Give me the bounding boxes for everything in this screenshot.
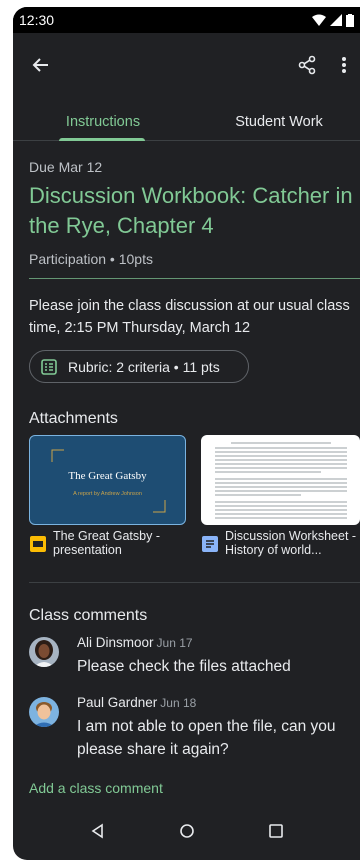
share-icon bbox=[298, 55, 316, 75]
comment-text: Please check the files attached bbox=[77, 658, 291, 675]
attachment-worksheet-name: Discussion Worksheet - History of world.… bbox=[225, 529, 357, 557]
comment-author: Paul Gardner bbox=[77, 695, 158, 710]
document-preview-lines bbox=[215, 442, 347, 519]
docs-icon bbox=[202, 536, 218, 552]
attachment-worksheet[interactable]: Discussion Worksheet - History of world.… bbox=[201, 529, 359, 557]
comment-author: Ali Dinsmoor bbox=[77, 635, 154, 650]
nav-home-icon[interactable] bbox=[179, 823, 195, 839]
comment-item: Ali Dinsmoor Jun 17 Please check the file… bbox=[29, 635, 360, 685]
attachment-presentation[interactable]: The Great Gatsby - presentation bbox=[29, 529, 187, 557]
signal-icon bbox=[330, 14, 342, 26]
slides-icon bbox=[30, 536, 46, 552]
assignment-title: Discussion Workbook: Catcher in the Rye,… bbox=[29, 183, 353, 238]
comment-date: Jun 17 bbox=[156, 636, 193, 650]
wifi-icon bbox=[312, 14, 326, 26]
status-bar: 12:30 bbox=[13, 7, 360, 33]
tab-student-work-label: Student Work bbox=[235, 114, 323, 130]
attachments-divider bbox=[29, 582, 360, 583]
more-vert-icon bbox=[342, 57, 346, 73]
tab-student-work[interactable]: Student Work bbox=[209, 103, 349, 141]
rubric-icon bbox=[41, 358, 57, 375]
comment-author-line: Ali Dinsmoor Jun 17 bbox=[77, 635, 193, 650]
rubric-label: Rubric: 2 criteria • 11 pts bbox=[68, 358, 220, 375]
battery-icon bbox=[346, 13, 354, 27]
assignment-points: Participation • 10pts bbox=[29, 251, 153, 267]
back-button[interactable] bbox=[27, 51, 55, 79]
nav-recents-icon[interactable] bbox=[268, 823, 284, 839]
rubric-chip[interactable]: Rubric: 2 criteria • 11 pts bbox=[29, 350, 249, 383]
avatar-image bbox=[29, 637, 59, 667]
share-button[interactable] bbox=[293, 51, 321, 79]
status-time: 12:30 bbox=[19, 12, 55, 28]
comment-text: I am not able to open the file, can you … bbox=[77, 718, 336, 758]
tab-instructions-label: Instructions bbox=[65, 114, 141, 130]
avatar bbox=[29, 637, 59, 667]
comment-item: Paul Gardner Jun 18 I am not able to open… bbox=[29, 695, 360, 765]
tab-bar: Instructions Student Work bbox=[13, 103, 360, 141]
comment-author-line: Paul Gardner Jun 18 bbox=[77, 695, 196, 710]
title-divider bbox=[29, 278, 360, 279]
more-options-button[interactable] bbox=[333, 51, 355, 79]
avatar-image bbox=[29, 697, 59, 727]
attachment-thumbnail-worksheet[interactable] bbox=[201, 435, 360, 525]
slide-thumb-title: The Great Gatsby bbox=[68, 470, 147, 482]
nav-back-icon[interactable] bbox=[90, 823, 106, 839]
system-nav-bar bbox=[13, 802, 360, 860]
comment-date: Jun 18 bbox=[160, 696, 197, 710]
due-date: Due Mar 12 bbox=[29, 159, 103, 175]
arrow-back-icon bbox=[32, 58, 48, 72]
status-icons bbox=[312, 13, 354, 27]
tab-indicator bbox=[59, 138, 145, 141]
attachment-presentation-name: The Great Gatsby - presentation bbox=[53, 529, 160, 557]
add-class-comment-button[interactable]: Add a class comment bbox=[29, 780, 163, 796]
class-comments-heading: Class comments bbox=[29, 607, 148, 624]
avatar bbox=[29, 697, 59, 727]
attachments-heading: Attachments bbox=[29, 410, 118, 427]
assignment-description: Please join the class discussion at our … bbox=[29, 298, 350, 336]
slide-thumb-subtitle: A report by Andrew Johnson bbox=[73, 491, 142, 497]
tab-instructions[interactable]: Instructions bbox=[33, 103, 173, 141]
attachment-thumbnail-presentation[interactable]: The Great Gatsby A report by Andrew John… bbox=[29, 435, 186, 525]
phone-screen: 12:30 Instructions Student Work Due Mar … bbox=[13, 7, 360, 860]
app-bar bbox=[13, 33, 360, 97]
